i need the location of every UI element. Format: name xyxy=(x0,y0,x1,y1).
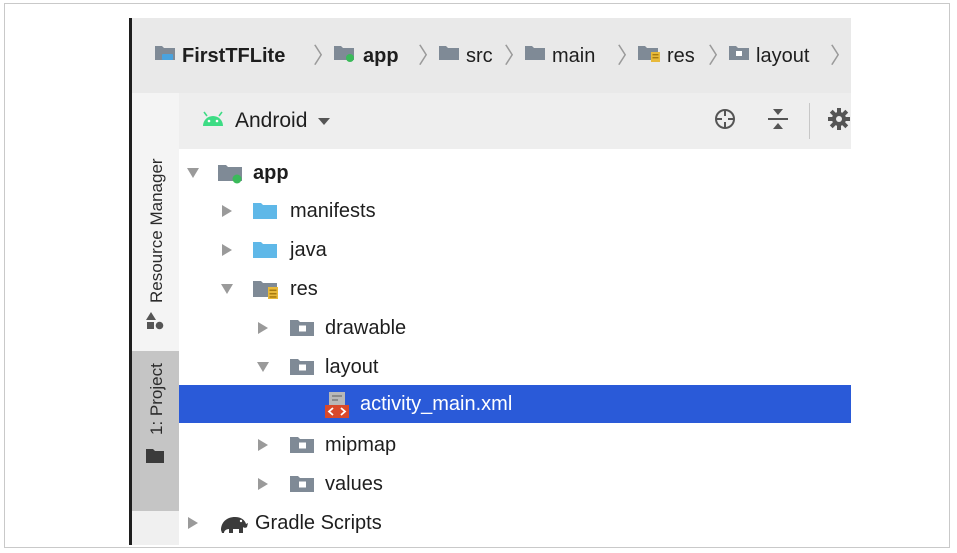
settings-button[interactable] xyxy=(825,107,851,135)
folder-icon xyxy=(145,447,165,470)
collapse-all-icon xyxy=(767,107,789,136)
breadcrumb-label: res xyxy=(667,44,695,67)
tree-row-label: app xyxy=(253,162,289,184)
expanded-arrow-icon xyxy=(185,165,201,181)
package-folder-icon xyxy=(728,44,750,68)
package-folder-icon xyxy=(289,317,317,339)
breadcrumb-separator: 〉 xyxy=(418,43,441,68)
project-tree: app manifests java res drawable layout a… xyxy=(179,149,851,545)
breadcrumb-item-main[interactable]: main xyxy=(524,41,595,71)
resource-manager-icon xyxy=(145,311,165,336)
tree-row-activity-main-xml[interactable]: activity_main.xml xyxy=(179,385,851,423)
breadcrumb-item-app[interactable]: app xyxy=(333,41,399,71)
tree-row-label: java xyxy=(290,239,327,261)
chevron-down-icon xyxy=(317,109,331,133)
breadcrumb-label: layout xyxy=(756,44,810,67)
breadcrumb-separator: 〉 xyxy=(313,43,336,68)
tool-window-strip: Resource Manager 1: Project xyxy=(132,93,179,545)
collapsed-arrow-icon xyxy=(219,203,235,219)
breadcrumb-separator: 〉 xyxy=(504,43,527,68)
tree-row-label: drawable xyxy=(325,317,407,339)
folder-icon xyxy=(252,239,280,261)
resource-folder-icon xyxy=(637,43,661,69)
collapsed-arrow-icon xyxy=(255,476,271,492)
breadcrumb-item-firsttflite[interactable]: FirstTFLite xyxy=(154,41,285,71)
project-view-label: Android xyxy=(235,109,308,132)
tree-row-app[interactable]: app xyxy=(179,154,851,192)
tree-row-layout[interactable]: layout xyxy=(179,348,851,386)
tree-row-label: values xyxy=(325,473,383,495)
project-tab-label: 1: Project xyxy=(147,363,166,435)
breadcrumb-label: FirstTFLite xyxy=(182,44,286,67)
gradle-elephant-icon xyxy=(219,512,249,534)
tree-row-java[interactable]: java xyxy=(179,231,851,269)
tree-row-gradle-scripts[interactable]: Gradle Scripts xyxy=(179,504,851,542)
breadcrumb-label: src xyxy=(466,44,493,67)
tree-row-mipmap[interactable]: mipmap xyxy=(179,426,851,464)
breadcrumb-label: app xyxy=(363,44,399,67)
breadcrumb-separator: 〉 xyxy=(708,43,731,68)
tree-row-res[interactable]: res xyxy=(179,270,851,308)
tree-row-label: activity_main.xml xyxy=(360,393,513,415)
project-view-dropdown[interactable]: Android xyxy=(201,107,331,135)
tree-row-label: Gradle Scripts xyxy=(255,512,382,534)
breadcrumb-item-res[interactable]: res xyxy=(637,41,695,71)
tree-row-values[interactable]: values xyxy=(179,465,851,503)
toolbar-divider xyxy=(809,103,810,139)
breadcrumb-item-layout[interactable]: layout xyxy=(728,41,809,71)
collapsed-arrow-icon xyxy=(219,242,235,258)
layout-xml-file-icon xyxy=(324,391,350,419)
tree-row-label: res xyxy=(290,278,318,300)
breadcrumb-label: main xyxy=(552,44,596,67)
project-module-icon xyxy=(154,43,176,69)
resource-manager-label: Resource Manager xyxy=(147,158,166,303)
tree-row-label: layout xyxy=(325,356,379,378)
resource-folder-icon xyxy=(252,278,282,300)
breadcrumb-separator: 〉 xyxy=(617,43,640,68)
folder-icon xyxy=(438,44,460,68)
breadcrumb-item-src[interactable]: src xyxy=(438,41,493,71)
package-folder-icon xyxy=(289,434,317,456)
folder-icon xyxy=(252,200,280,222)
collapsed-arrow-icon xyxy=(255,437,271,453)
folder-icon xyxy=(524,44,546,68)
tree-row-label: manifests xyxy=(290,200,376,222)
collapsed-arrow-icon xyxy=(185,515,201,531)
app-module-icon xyxy=(217,162,245,184)
resource-manager-tab[interactable]: Resource Manager xyxy=(132,93,179,353)
project-tab[interactable]: 1: Project xyxy=(132,351,179,511)
expanded-arrow-icon xyxy=(219,281,235,297)
project-toolbar: Android xyxy=(179,93,851,150)
locate-button[interactable] xyxy=(711,107,739,135)
project-tool-window: FirstTFLite 〉 app 〉 src 〉 main 〉 res 〉 l… xyxy=(129,18,851,545)
android-icon xyxy=(201,109,225,133)
collapse-all-button[interactable] xyxy=(764,107,792,135)
locate-icon xyxy=(713,107,737,136)
tree-row-manifests[interactable]: manifests xyxy=(179,192,851,230)
tree-row-label: mipmap xyxy=(325,434,397,456)
package-folder-icon xyxy=(289,356,317,378)
breadcrumb: FirstTFLite 〉 app 〉 src 〉 main 〉 res 〉 l… xyxy=(132,18,851,94)
package-folder-icon xyxy=(289,473,317,495)
tree-row-drawable[interactable]: drawable xyxy=(179,309,851,347)
app-module-icon xyxy=(333,43,357,69)
screenshot-frame: FirstTFLite 〉 app 〉 src 〉 main 〉 res 〉 l… xyxy=(4,3,950,548)
expanded-arrow-icon xyxy=(255,359,271,375)
collapsed-arrow-icon xyxy=(255,320,271,336)
breadcrumb-separator: 〉 xyxy=(830,43,851,68)
gear-icon xyxy=(827,107,851,136)
